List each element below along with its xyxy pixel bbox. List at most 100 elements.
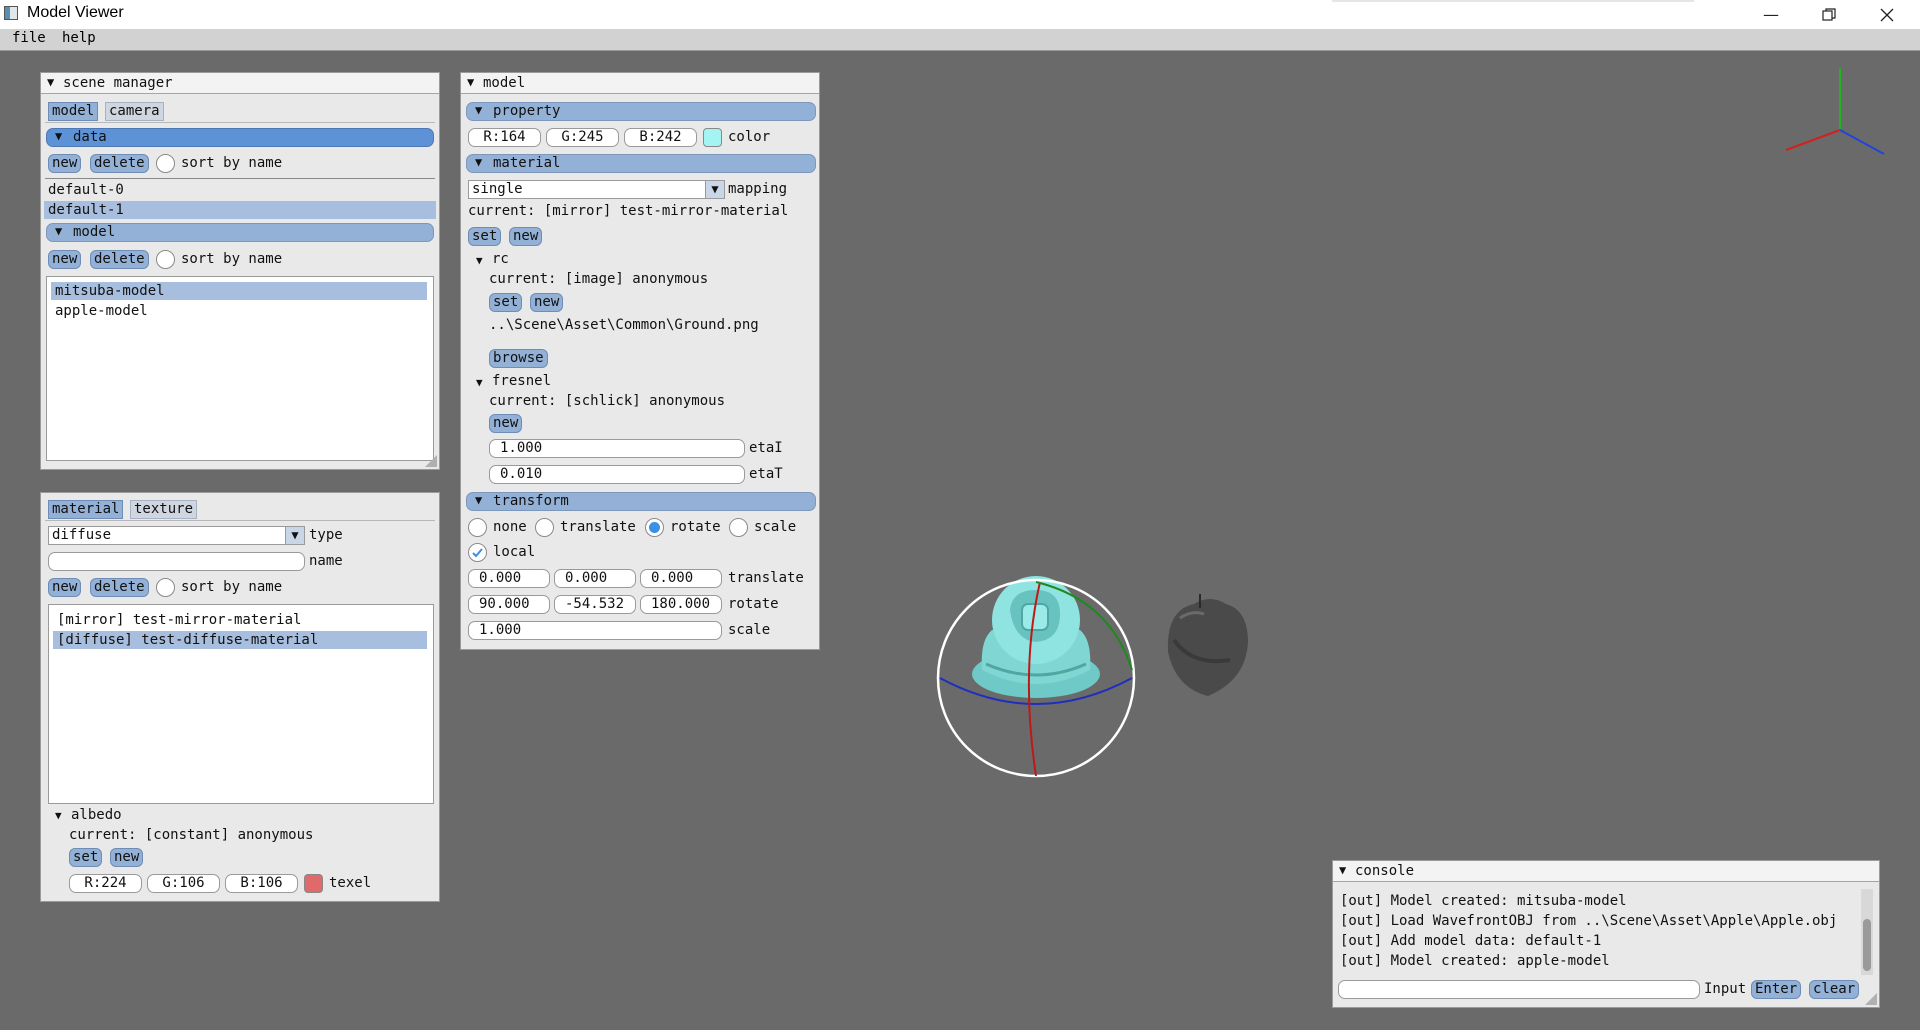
name-input[interactable] (48, 552, 305, 571)
enter-button[interactable]: Enter (1751, 980, 1802, 999)
divider (45, 122, 435, 123)
radio-none[interactable] (468, 518, 487, 537)
scrollbar-thumb[interactable] (1863, 919, 1871, 971)
albedo-b-field[interactable]: B:106 (225, 874, 298, 893)
clear-button[interactable]: clear (1809, 980, 1860, 999)
sort-label: sort by name (181, 155, 283, 171)
material-new-button[interactable]: new (48, 578, 82, 597)
chevron-down-icon[interactable]: ▼ (705, 181, 724, 198)
radio-scale[interactable] (729, 518, 748, 537)
apple-model[interactable] (1167, 594, 1248, 696)
section-property[interactable]: ▼ property (466, 102, 816, 121)
fresnel-title[interactable]: fresnel (492, 373, 551, 389)
local-checkbox[interactable] (468, 543, 487, 562)
tab-texture[interactable]: texture (130, 500, 198, 519)
collapse-icon[interactable]: ▼ (47, 75, 54, 89)
list-item[interactable]: [diffuse] test-diffuse-material (53, 631, 427, 649)
minimize-icon[interactable]: — (1742, 0, 1800, 29)
albedo-title[interactable]: albedo (71, 807, 122, 823)
rc-title[interactable]: rc (492, 251, 509, 267)
section-title: property (493, 103, 561, 119)
rotate-x-input[interactable]: 90.000 (468, 595, 550, 614)
list-item[interactable]: apple-model (51, 302, 427, 320)
collapse-icon[interactable]: ▼ (476, 254, 483, 267)
property-r-field[interactable]: R:164 (468, 128, 541, 147)
list-item[interactable]: [mirror] test-mirror-material (53, 611, 427, 629)
console-scrollbar[interactable] (1861, 889, 1873, 975)
material-new-button[interactable]: new (509, 227, 543, 246)
radio-rotate[interactable] (645, 518, 664, 537)
albedo-g-field[interactable]: G:106 (147, 874, 220, 893)
translate-y-input[interactable]: 0.000 (554, 569, 636, 588)
translate-z-input[interactable]: 0.000 (640, 569, 722, 588)
menu-help[interactable]: help (62, 30, 96, 46)
console-header[interactable]: ▼ console (1333, 861, 1879, 882)
mapping-dropdown[interactable]: single ▼ (468, 180, 725, 199)
divider (45, 178, 435, 179)
rotate-y-input[interactable]: -54.532 (554, 595, 636, 614)
list-item[interactable]: default-1 (44, 201, 436, 219)
rc-set-button[interactable]: set (489, 293, 523, 312)
data-new-button[interactable]: new (48, 154, 82, 173)
console-input[interactable] (1338, 980, 1700, 999)
restore-icon[interactable] (1800, 0, 1858, 29)
material-current: current: [mirror] test-mirror-material (468, 203, 789, 219)
mitsuba-model[interactable] (972, 576, 1100, 698)
material-list[interactable]: [mirror] test-mirror-material [diffuse] … (48, 604, 434, 804)
section-data[interactable]: ▼ data (46, 128, 434, 147)
radio-translate[interactable] (535, 518, 554, 537)
rotate-label: rotate (728, 596, 779, 612)
collapse-icon: ▼ (475, 493, 483, 507)
model-delete-button[interactable]: delete (90, 250, 149, 269)
scene-manager-header[interactable]: ▼ scene manager (41, 73, 439, 94)
albedo-set-button[interactable]: set (69, 848, 103, 867)
rotate-z-input[interactable]: 180.000 (640, 595, 722, 614)
tab-material[interactable]: material (48, 500, 124, 519)
material-sort-checkbox[interactable] (156, 578, 175, 597)
collapse-icon[interactable]: ▼ (476, 376, 483, 389)
list-item[interactable]: default-0 (44, 181, 436, 199)
viewport-scene[interactable] (930, 570, 1280, 790)
translate-x-input[interactable]: 0.000 (468, 569, 550, 588)
input-label: Input (1704, 981, 1747, 997)
scale-input[interactable]: 1.000 (468, 621, 722, 640)
material-set-button[interactable]: set (468, 227, 502, 246)
mapping-label: mapping (728, 181, 788, 197)
collapse-icon[interactable]: ▼ (1339, 863, 1346, 877)
model-new-button[interactable]: new (48, 250, 82, 269)
model-panel: ▼ model ▼ property R:164 G:245 B:242 col… (460, 72, 820, 650)
title-bar: Model Viewer — (0, 0, 1920, 29)
data-sort-checkbox[interactable] (156, 154, 175, 173)
property-b-field[interactable]: B:242 (624, 128, 697, 147)
rc-new-button[interactable]: new (530, 293, 564, 312)
chevron-down-icon[interactable]: ▼ (285, 527, 304, 544)
albedo-r-field[interactable]: R:224 (69, 874, 142, 893)
resize-handle[interactable] (425, 455, 437, 467)
etaI-input[interactable]: 1.000 (489, 439, 745, 458)
type-dropdown[interactable]: diffuse ▼ (48, 526, 305, 545)
model-panel-header[interactable]: ▼ model (461, 73, 819, 94)
tab-camera[interactable]: camera (105, 102, 164, 121)
tab-model[interactable]: model (48, 102, 99, 121)
section-transform[interactable]: ▼ transform (466, 492, 816, 511)
console-panel: ▼ console [out] Model created: mitsuba-m… (1332, 860, 1880, 1008)
browse-button[interactable]: browse (489, 349, 548, 368)
property-g-field[interactable]: G:245 (546, 128, 619, 147)
albedo-color-swatch[interactable] (304, 874, 323, 893)
model-sort-checkbox[interactable] (156, 250, 175, 269)
albedo-new-button[interactable]: new (110, 848, 144, 867)
section-material[interactable]: ▼ material (466, 154, 816, 173)
material-delete-button[interactable]: delete (90, 578, 149, 597)
list-item[interactable]: mitsuba-model (51, 282, 427, 300)
fresnel-new-button[interactable]: new (489, 414, 523, 433)
resize-handle[interactable] (1865, 993, 1877, 1005)
etaT-input[interactable]: 0.010 (489, 465, 745, 484)
property-color-swatch[interactable] (703, 128, 722, 147)
model-list[interactable]: mitsuba-model apple-model (46, 276, 434, 461)
menu-file[interactable]: file (12, 30, 46, 46)
collapse-icon[interactable]: ▼ (467, 75, 474, 89)
data-delete-button[interactable]: delete (90, 154, 149, 173)
close-icon[interactable] (1858, 0, 1916, 29)
collapse-icon[interactable]: ▼ (55, 809, 62, 822)
section-model[interactable]: ▼ model (46, 223, 434, 242)
